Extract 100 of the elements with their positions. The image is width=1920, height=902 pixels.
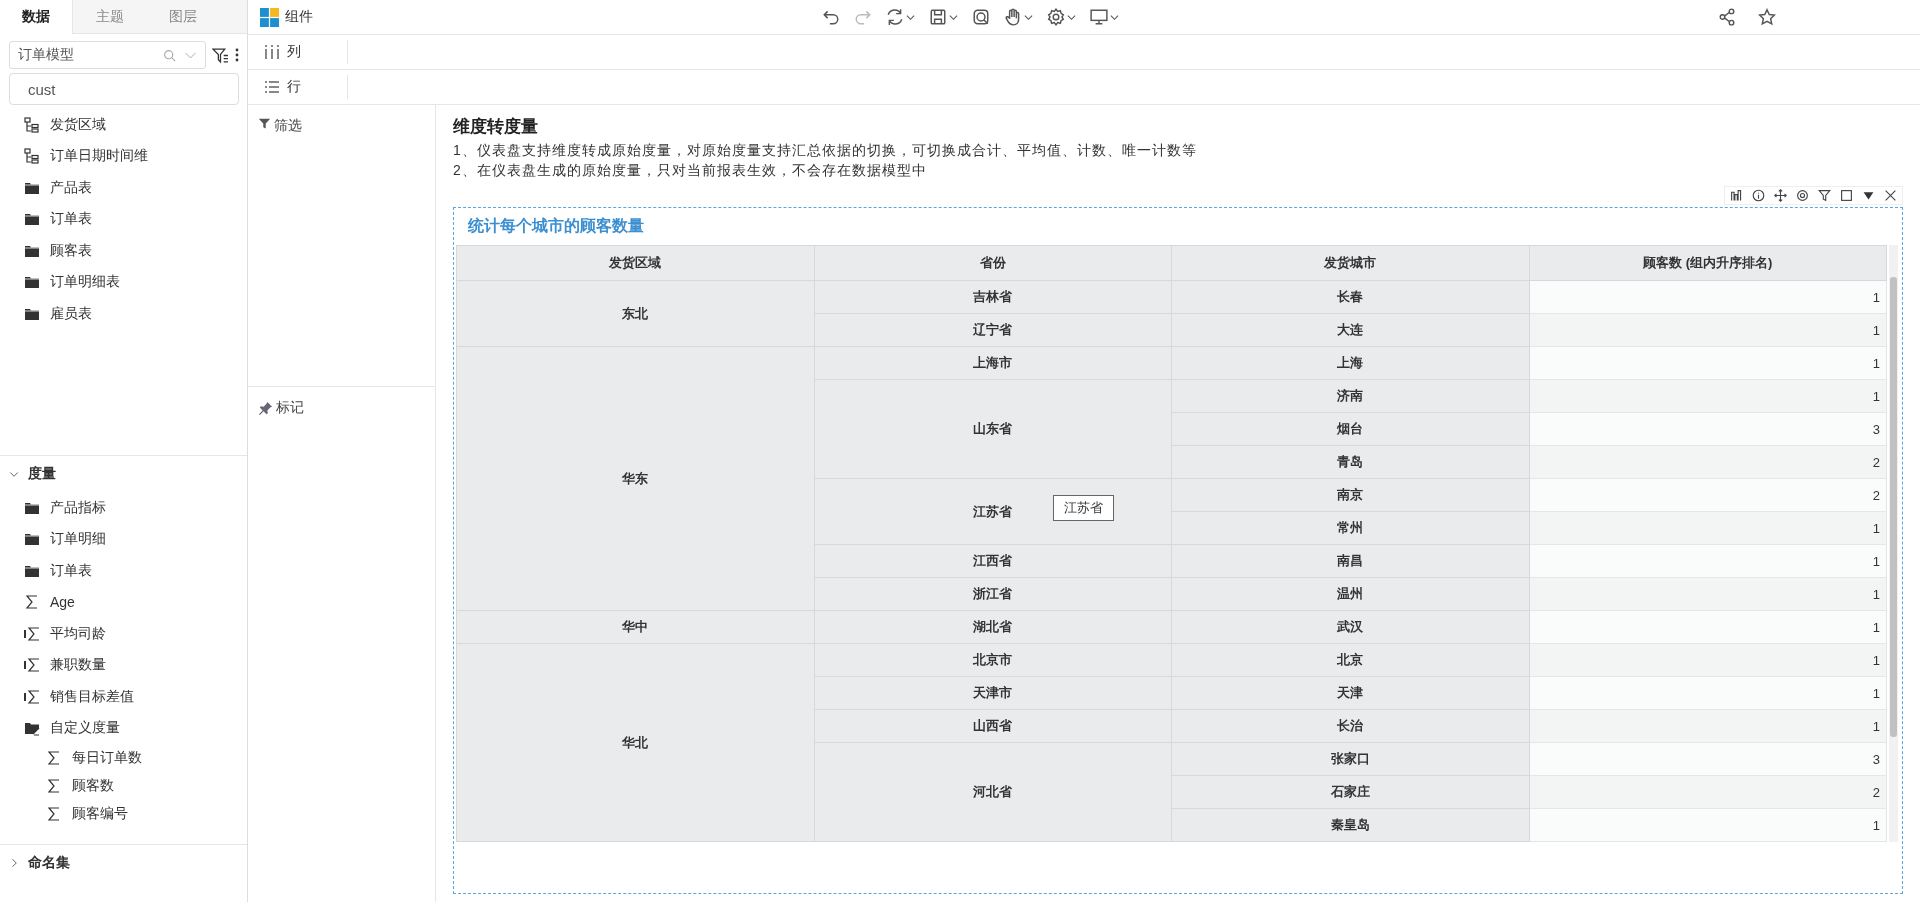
marks-label: 标记: [276, 399, 304, 417]
tree-item[interactable]: 兼职数量: [50, 656, 106, 675]
count-cell: 2: [1529, 445, 1887, 479]
city-cell: 天津: [1171, 676, 1529, 710]
tree-item[interactable]: 顾客编号: [72, 805, 128, 823]
tree-item[interactable]: 订单明细表: [50, 273, 120, 292]
city-cell: 常州: [1171, 511, 1529, 545]
city-cell: 北京: [1171, 643, 1529, 677]
city-cell: 张家口: [1171, 742, 1529, 776]
sigma-icon: [24, 594, 40, 611]
named-sets-header[interactable]: 命名集: [0, 845, 247, 881]
tree-item[interactable]: 产品表: [50, 178, 92, 197]
tree-item[interactable]: 订单日期时间维: [50, 147, 148, 166]
province-cell: 湖北省: [814, 610, 1172, 644]
tree-item[interactable]: 顾客数: [72, 777, 114, 795]
filter-button[interactable]: [1815, 187, 1834, 204]
count-cell: 1: [1529, 379, 1887, 413]
count-cell: 1: [1529, 610, 1887, 644]
count-cell: 2: [1529, 478, 1887, 512]
column-header[interactable]: 顾客数 (组内升序排名): [1529, 245, 1887, 281]
province-cell: 浙江省: [814, 577, 1172, 611]
hierarchy-icon: [24, 148, 40, 165]
hierarchy-icon: [24, 116, 40, 133]
count-cell: 1: [1529, 709, 1887, 743]
search-field[interactable]: cust: [9, 73, 239, 105]
folder-icon: [24, 274, 40, 291]
measures-header[interactable]: 度量: [0, 456, 247, 492]
region-cell: 华东: [456, 346, 814, 611]
count-cell: 1: [1529, 544, 1887, 578]
columns-icon: [264, 44, 280, 60]
columns-shelf-label: 列: [287, 43, 301, 61]
province-text: 江苏省: [973, 503, 1013, 519]
count-cell: 1: [1529, 511, 1887, 545]
description-line: 1、仪表盘支持维度转成原始度量，对原始度量支持汇总依据的切换，可切换成合计、平均值、计数、唯一计数等: [453, 141, 1198, 160]
settings-button[interactable]: [1045, 8, 1078, 26]
city-cell: 大连: [1171, 313, 1529, 347]
favorite-button[interactable]: [1756, 8, 1778, 26]
tree-item[interactable]: 发货区域: [50, 115, 106, 134]
grid-logo-icon: [260, 7, 279, 27]
pin-icon: [258, 400, 273, 416]
region-cell: 华中: [456, 610, 814, 644]
folder-icon: [24, 531, 40, 548]
tree-item[interactable]: 雇员表: [50, 304, 92, 323]
tree-item[interactable]: 每日订单数: [72, 749, 142, 767]
scrollbar[interactable]: [1889, 245, 1898, 842]
sigma-icon: [46, 806, 62, 822]
city-cell: 南昌: [1171, 544, 1529, 578]
measure-sigma-icon: [24, 625, 40, 642]
tree-item[interactable]: 订单明细: [50, 530, 106, 549]
count-cell: 1: [1529, 676, 1887, 710]
count-cell: 3: [1529, 412, 1887, 446]
model-select[interactable]: 订单模型: [9, 41, 206, 69]
count-cell: 2: [1529, 775, 1887, 809]
tree-item[interactable]: 自定义度量: [50, 719, 120, 738]
city-cell: 温州: [1171, 577, 1529, 611]
tree-item[interactable]: 订单表: [50, 210, 92, 229]
column-header[interactable]: 发货城市: [1171, 245, 1529, 281]
rows-shelf-label: 行: [287, 78, 301, 96]
province-cell: 北京市: [814, 643, 1172, 677]
hand-button[interactable]: [1002, 8, 1035, 26]
count-cell: 1: [1529, 280, 1887, 314]
sidebar-tab[interactable]: 数据: [0, 0, 73, 34]
content-title: 维度转度量: [453, 116, 539, 138]
search-icon: [163, 48, 176, 62]
move-button[interactable]: [1771, 187, 1790, 204]
count-cell: 1: [1529, 577, 1887, 611]
count-cell: 1: [1529, 808, 1887, 842]
tree-item[interactable]: 顾客表: [50, 241, 92, 260]
count-cell: 1: [1529, 313, 1887, 347]
province-cell: 天津市: [814, 676, 1172, 710]
caret-icon: [1067, 12, 1076, 22]
tree-item[interactable]: 订单表: [50, 561, 92, 580]
count-cell: 3: [1529, 742, 1887, 776]
filter-list-icon: [212, 46, 229, 64]
rows-icon: [264, 79, 280, 95]
folder-icon: [24, 211, 40, 228]
city-cell: 秦皇岛: [1171, 808, 1529, 842]
column-header[interactable]: 发货区域: [456, 245, 814, 281]
province-cell: 山东省: [814, 379, 1172, 479]
region-cell: 东北: [456, 280, 814, 347]
count-cell: 1: [1529, 346, 1887, 380]
measure-sigma-icon: [24, 688, 40, 705]
caret-icon: [1024, 12, 1033, 22]
city-cell: 青岛: [1171, 445, 1529, 479]
tree-item[interactable]: 产品指标: [50, 498, 106, 517]
description-line: 2、在仪表盘生成的原始度量，只对当前报表生效，不会存在数据模型中: [453, 161, 928, 180]
filter-label: 筛选: [274, 117, 302, 135]
tooltip: 江苏省: [1053, 494, 1115, 521]
more-icon: [235, 47, 239, 63]
widget-title: 统计每个城市的顾客数量: [466, 216, 645, 236]
monitor-button[interactable]: [1088, 8, 1121, 26]
triangle-down-icon: [1862, 189, 1875, 202]
tree-item[interactable]: 销售目标差值: [50, 687, 134, 706]
tree-item[interactable]: Age: [50, 594, 75, 611]
tree-item[interactable]: 平均司龄: [50, 624, 106, 643]
province-cell: 江西省: [814, 544, 1172, 578]
caret-icon: [906, 12, 915, 22]
caret-icon: [949, 12, 958, 22]
city-cell: 济南: [1171, 379, 1529, 413]
column-header[interactable]: 省份: [814, 245, 1172, 281]
